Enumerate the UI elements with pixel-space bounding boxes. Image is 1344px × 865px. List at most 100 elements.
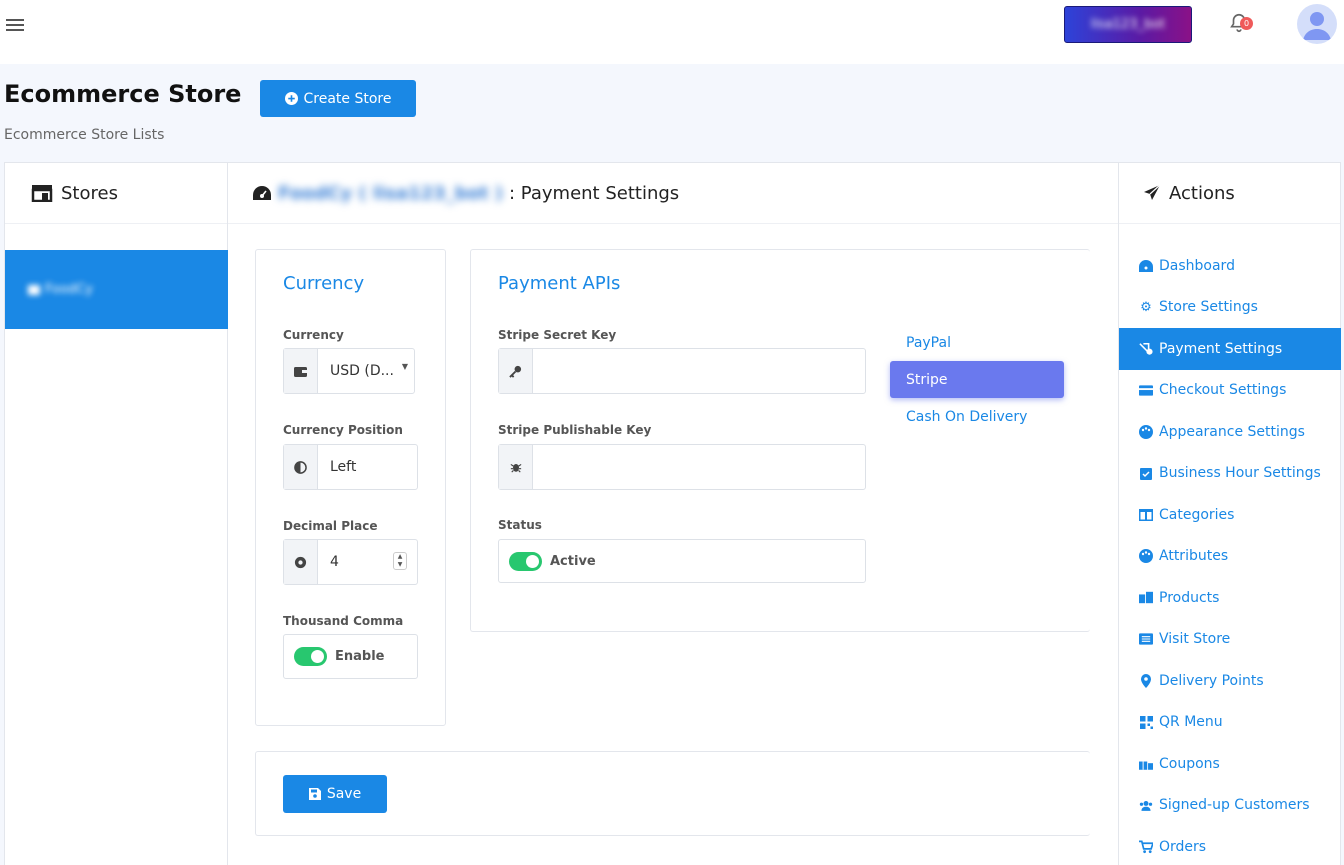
action-signed-up-customers[interactable]: Signed-up Customers [1119,785,1341,827]
action-products[interactable]: Products [1119,577,1341,619]
action-label: Dashboard [1159,257,1235,274]
tab-stripe[interactable]: Stripe [890,361,1064,398]
gear-icon: ⚙ [1140,299,1152,315]
store-list-item[interactable]: FoodCy [5,250,228,329]
gift-icon [1139,757,1153,771]
palette-icon [1139,549,1153,564]
currency-position-label: Currency Position [283,423,403,437]
action-label: Delivery Points [1159,672,1264,689]
actions-title: Actions [1169,182,1235,204]
payment-icon [1139,342,1153,356]
thousand-comma-toggle[interactable] [294,647,327,666]
columns-icon [1139,508,1153,522]
save-label: Save [326,786,362,802]
menu-toggle-icon[interactable] [6,16,24,32]
page-subtitle: Ecommerce Store Lists [4,127,165,143]
section-title: : Payment Settings [509,182,680,204]
actions-panel: Actions Dashboard ⚙ Store Settings Payme… [1118,162,1341,865]
cart-icon [1139,840,1153,854]
actions-list: Dashboard ⚙ Store Settings Payment Setti… [1119,245,1341,865]
action-label: Appearance Settings [1159,423,1305,440]
actions-panel-header: Actions [1119,163,1340,224]
action-label: Coupons [1159,755,1220,772]
tab-cash-on-delivery[interactable]: Cash On Delivery [890,398,1064,435]
dashboard-icon [253,186,271,200]
notification-bell-icon[interactable]: 0 [1228,12,1254,38]
stripe-publishable-label: Stripe Publishable Key [498,423,652,437]
action-label: Products [1159,589,1220,606]
boxes-icon [1139,591,1153,605]
action-store-settings[interactable]: ⚙ Store Settings [1119,287,1341,329]
save-button[interactable]: Save [283,775,387,813]
action-label: QR Menu [1159,714,1223,731]
action-label: Store Settings [1159,299,1258,316]
action-delivery-points[interactable]: Delivery Points [1119,660,1341,702]
action-label: Visit Store [1159,631,1231,648]
bug-icon [499,445,533,489]
calendar-icon [1139,466,1153,481]
create-store-button[interactable]: Create Store [260,80,416,117]
key-icon [499,349,533,393]
payment-apis-card: Payment APIs Stripe Secret Key Stripe Pu… [470,249,1090,632]
action-label: Categories [1159,506,1235,523]
stripe-secret-input[interactable] [498,348,866,394]
bot-selector-button[interactable]: lisa123_bot [1064,6,1192,43]
action-payment-settings[interactable]: Payment Settings [1119,328,1341,370]
wallet-icon [284,349,318,393]
currency-card: Currency Currency USD (D... ▼ Currency P… [255,249,446,726]
currency-select[interactable]: USD (D... ▼ [283,348,415,394]
action-appearance-settings[interactable]: Appearance Settings [1119,411,1341,453]
action-qr-menu[interactable]: QR Menu [1119,702,1341,744]
stripe-secret-label: Stripe Secret Key [498,328,617,342]
currency-position-value: Left [330,459,357,475]
number-stepper-icon[interactable]: ▲ ▼ [393,552,407,570]
tab-paypal[interactable]: PayPal [890,324,1064,361]
main-panel-header: FoodCy ( lisa123_bot ) : Payment Setting… [228,163,1119,224]
decimal-place-label: Decimal Place [283,519,378,533]
half-circle-icon [284,445,318,489]
action-visit-store[interactable]: Visit Store [1119,619,1341,661]
decimal-place-input[interactable]: 4 ▲ ▼ [283,539,418,585]
currency-position-select[interactable]: Left [283,444,418,490]
status-value: Active [550,553,596,569]
qrcode-icon [1139,715,1153,729]
dot-circle-icon [284,540,318,584]
action-business-hour-settings[interactable]: Business Hour Settings [1119,453,1341,495]
status-label: Status [498,518,542,532]
action-label: Checkout Settings [1159,382,1287,399]
action-categories[interactable]: Categories [1119,494,1341,536]
stripe-publishable-input[interactable] [498,444,866,490]
users-icon [1139,798,1153,812]
stores-panel-header: Stores [5,163,227,224]
floppy-disk-icon [308,788,321,800]
status-toggle[interactable] [509,551,542,571]
currency-label: Currency [283,328,344,342]
thousand-comma-label: Thousand Comma [283,614,404,628]
action-checkout-settings[interactable]: Checkout Settings [1119,370,1341,412]
payment-settings-panel: FoodCy ( lisa123_bot ) : Payment Setting… [228,162,1119,865]
thousand-comma-value: Enable [335,649,385,664]
store-item-label: FoodCy [45,282,93,297]
action-label: Payment Settings [1159,340,1283,357]
list-icon [1139,632,1153,646]
action-dashboard[interactable]: Dashboard [1119,245,1341,287]
page-title: Ecommerce Store [4,80,242,108]
chevron-down-icon: ▼ [401,362,408,371]
user-avatar[interactable] [1297,4,1337,44]
action-label: Signed-up Customers [1159,797,1310,814]
palette-icon [1139,424,1153,439]
thousand-comma-toggle-box: Enable [283,634,418,679]
map-marker-icon [1139,673,1153,688]
action-label: Business Hour Settings [1159,465,1321,482]
action-orders[interactable]: Orders [1119,826,1341,865]
action-attributes[interactable]: Attributes [1119,536,1341,578]
store-icon [31,185,53,202]
action-label: Attributes [1159,548,1229,565]
payment-apis-title: Payment APIs [498,273,621,294]
store-name: FoodCy ( lisa123_bot ) [278,182,504,204]
store-icon [28,284,40,295]
paper-plane-icon [1144,184,1161,200]
status-toggle-box: Active [498,539,866,583]
action-coupons[interactable]: Coupons [1119,743,1341,785]
payment-method-tabs: PayPal Stripe Cash On Delivery [890,324,1064,435]
